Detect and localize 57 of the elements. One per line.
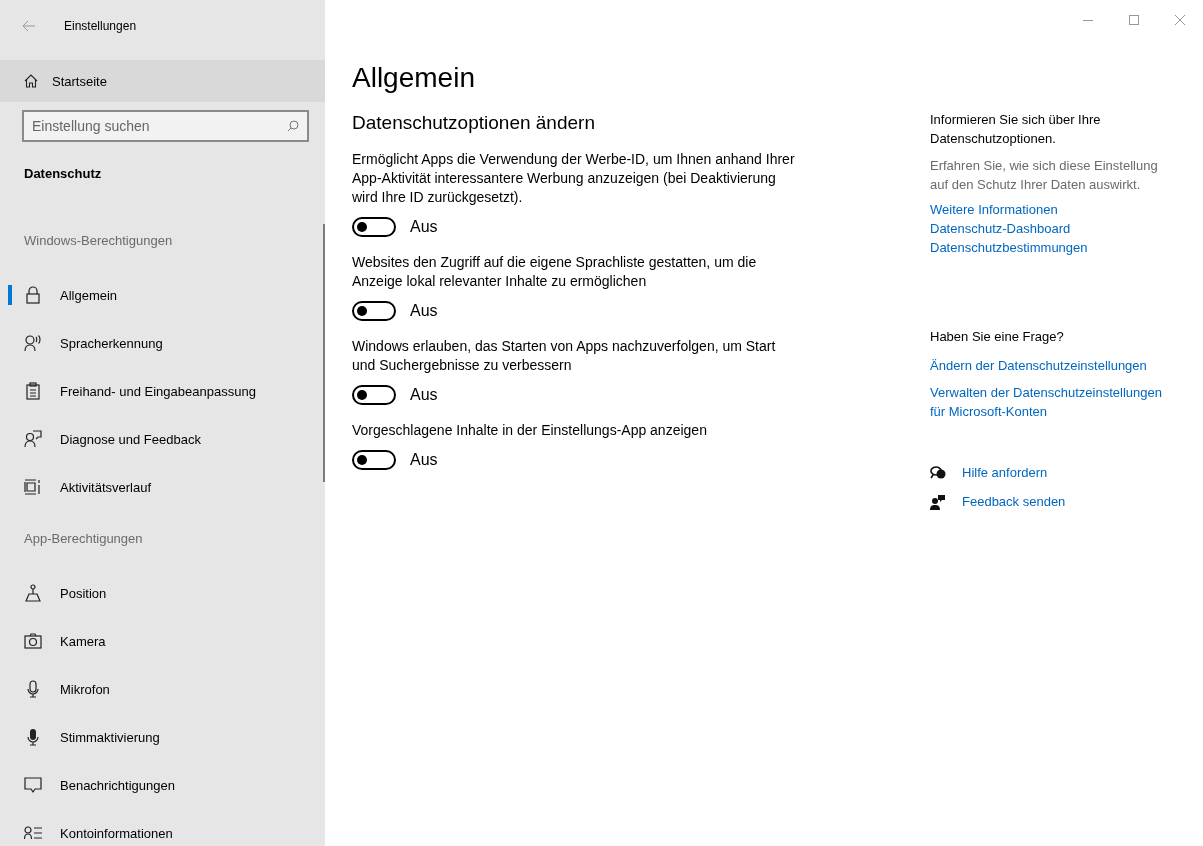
toggle-switch[interactable] (352, 385, 396, 405)
nav-item[interactable]: Aktivitätsverlauf (8, 477, 325, 497)
help-chat-icon (930, 465, 946, 480)
toggle-switch[interactable] (352, 450, 396, 470)
nav-item[interactable]: Kamera (8, 631, 325, 651)
toggle-state-label: Aus (410, 302, 438, 320)
lock-icon (25, 286, 41, 304)
nav-item[interactable]: Position (8, 583, 325, 603)
link[interactable]: Ändern der Datenschutzeinstellungen (930, 356, 1162, 375)
toggle-switch[interactable] (352, 217, 396, 237)
nav-item[interactable]: Spracherkennung (8, 333, 325, 353)
link[interactable]: Hilfe anfordern (962, 463, 1048, 482)
home-nav-item[interactable]: Startseite (0, 60, 325, 102)
camera-icon (24, 633, 42, 649)
section-heading: App-Berechtigungen (24, 531, 144, 548)
nav-item[interactable]: Freihand- und Eingabeanpassung (8, 381, 325, 401)
timeline-icon (24, 478, 42, 496)
link[interactable]: Datenschutz-Dashboard (930, 219, 1162, 238)
location-icon (24, 584, 42, 602)
link[interactable]: Datenschutzbestimmungen (930, 238, 1162, 257)
info-title: Informieren Sie sich über Ihre Datenschutzoptionen. (930, 111, 1102, 148)
toggle-state-label: Aus (410, 451, 438, 469)
toggle-state-label: Aus (410, 218, 438, 236)
search-icon (287, 120, 299, 132)
nav-item[interactable]: Kontoinformationen (8, 823, 325, 843)
toggle-switch[interactable] (352, 301, 396, 321)
page-title: Allgemein (352, 62, 476, 95)
link[interactable]: Feedback senden (962, 492, 1066, 511)
contact-list-icon (24, 826, 42, 840)
option-description: Ermöglicht Apps die Verwendung der Werbe-ID, um Ihnen anhand Ihrer App-Aktivität interessantere Werbung anzuzeigen (bei Deaktivierung wird Ihre ID zurückgesetzt). (352, 150, 796, 207)
option-description: Vorgeschlagene Inhalte in der Einstellungs-App anzeigen (352, 421, 708, 440)
category-heading: Datenschutz (24, 166, 103, 181)
window-title: Einstellungen (64, 19, 137, 33)
maximize-icon (1129, 15, 1139, 25)
microphone-icon (26, 728, 40, 746)
nav-item[interactable]: Stimmaktivierung (8, 727, 325, 747)
option-description: Windows erlauben, das Starten von Apps nachzuverfolgen, um Start und Suchergebnisse zu verbessern (352, 337, 777, 375)
microphone-icon (26, 680, 40, 698)
link[interactable]: Weitere Informationen (930, 200, 1162, 219)
nav-item[interactable]: Diagnose und Feedback (8, 429, 325, 449)
link[interactable]: Verwalten der Datenschutzeinstellungen für Microsoft-Konten (930, 383, 1162, 421)
option-description: Websites den Zugriff auf die eigene Sprachliste gestatten, um die Anzeige lokal relevanter Inhalte zu ermöglichen (352, 253, 758, 291)
nav-item[interactable]: Benachrichtigungen (8, 775, 325, 795)
home-icon (24, 74, 38, 88)
section-title: Datenschutzoptionen ändern (352, 112, 596, 134)
person-feedback-icon (24, 430, 42, 448)
nav-item[interactable]: Mikrofon (8, 679, 325, 699)
clipboard-icon (25, 382, 41, 400)
search-field[interactable]: Einstellung suchen (22, 110, 309, 142)
speech-bubble-icon (24, 776, 42, 794)
person-feedback-icon (930, 493, 946, 510)
speech-person-icon (24, 334, 42, 352)
close-icon (1175, 15, 1185, 25)
toggle-state-label: Aus (410, 386, 438, 404)
info-text: Erfahren Sie, wie sich diese Einstellung auf den Schutz Ihrer Daten auswirkt. (930, 157, 1159, 194)
question-title: Haben Sie eine Frage? (930, 328, 1065, 346)
section-heading: Windows-Berechtigungen (24, 233, 174, 250)
